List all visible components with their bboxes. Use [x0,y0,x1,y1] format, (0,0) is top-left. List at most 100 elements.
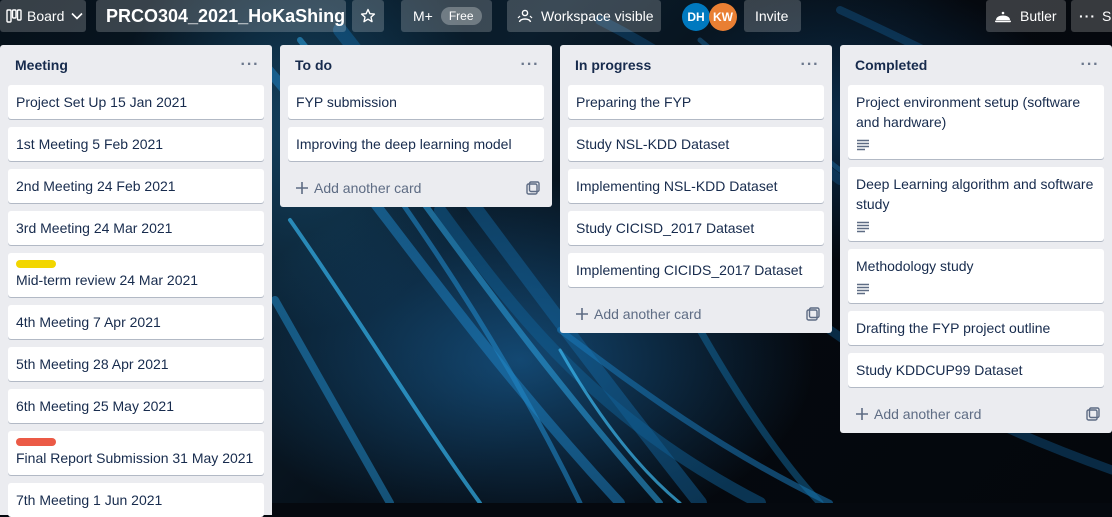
list-title[interactable]: Meeting [15,57,68,73]
butler-icon [995,11,1011,23]
card[interactable]: 7th Meeting 1 Jun 2021 [8,483,264,517]
card-title: Improving the deep learning model [296,136,512,152]
card-title: 4th Meeting 7 Apr 2021 [16,314,161,330]
powerups-button[interactable]: M+ Free [401,0,492,32]
list-menu-icon[interactable]: ··· [516,51,544,79]
card[interactable]: Implementing CICIDS_2017 Dataset [568,253,824,287]
list-header: Meeting ··· [8,45,264,85]
card-container: Project Set Up 15 Jan 2021 1st Meeting 5 … [8,85,264,517]
card-label[interactable] [16,438,56,446]
board-icon [6,9,22,23]
list-header: In progress ··· [568,45,824,85]
template-icon[interactable] [806,307,820,321]
description-icon [856,136,1096,152]
template-icon[interactable] [1086,407,1100,421]
list-menu-icon[interactable]: ··· [236,51,264,79]
card[interactable]: Methodology study [848,249,1104,303]
card-title: 2nd Meeting 24 Feb 2021 [16,178,176,194]
workspace-icon [517,9,533,23]
card[interactable]: Preparing the FYP [568,85,824,119]
board-header: Board PRCO304_2021_HoKaShing M+ Free Wor… [0,0,1112,34]
add-card-row: Add another card [568,295,824,333]
card[interactable]: FYP submission [288,85,544,119]
card[interactable]: Mid-term review 24 Mar 2021 [8,253,264,297]
card[interactable]: 3rd Meeting 24 Mar 2021 [8,211,264,245]
card-title: 5th Meeting 28 Apr 2021 [16,356,169,372]
add-card-label: Add another card [874,406,982,422]
card-title: FYP submission [296,94,397,110]
visibility-label: Workspace visible [541,8,654,24]
member-avatar-dh[interactable]: DH [682,3,710,31]
card-container: Preparing the FYP Study NSL-KDD Dataset Im… [568,85,824,287]
plus-icon [856,408,868,420]
butler-button[interactable]: Butler [986,0,1066,32]
card[interactable]: Study KDDCUP99 Dataset [848,353,1104,387]
list-to-do: To do ··· FYP submission Improving the de… [280,45,552,207]
ellipsis-icon: ··· [1079,8,1096,24]
add-card-button[interactable]: Add another card [296,180,421,196]
visibility-button[interactable]: Workspace visible [507,0,661,32]
card-title: Project environment setup (software and … [856,94,1081,130]
card-title: Drafting the FYP project outline [856,320,1051,336]
card-title: Implementing NSL-KDD Dataset [576,178,778,194]
list-menu-icon[interactable]: ··· [796,51,824,79]
card[interactable]: Final Report Submission 31 May 2021 [8,431,264,475]
card[interactable]: 2nd Meeting 24 Feb 2021 [8,169,264,203]
card[interactable]: Study NSL-KDD Dataset [568,127,824,161]
card-title: Study NSL-KDD Dataset [576,136,730,152]
card-container: Project environment setup (software and … [848,85,1104,387]
list-header: To do ··· [288,45,544,85]
chevron-down-icon [71,12,83,20]
card[interactable]: 5th Meeting 28 Apr 2021 [8,347,264,381]
powerups-label: M+ [413,8,433,24]
template-icon[interactable] [526,181,540,195]
list-title[interactable]: In progress [575,57,651,73]
list-meeting: Meeting ··· Project Set Up 15 Jan 2021 1s… [0,45,272,517]
card-label[interactable] [16,260,56,268]
list-completed: Completed ··· Project environment setup … [840,45,1112,433]
list-menu-icon[interactable]: ··· [1076,51,1104,79]
add-card-label: Add another card [314,180,422,196]
card-title: Preparing the FYP [576,94,692,110]
star-board-button[interactable] [352,0,384,32]
card[interactable]: Implementing NSL-KDD Dataset [568,169,824,203]
board-title[interactable]: PRCO304_2021_HoKaShing [96,0,346,32]
card[interactable]: Project environment setup (software and … [848,85,1104,159]
list-header: Completed ··· [848,45,1104,85]
card-title: Deep Learning algorithm and software stu… [856,176,1094,212]
card-title: Study CICISD_2017 Dataset [576,220,755,236]
free-badge: Free [440,7,482,25]
card[interactable]: 6th Meeting 25 May 2021 [8,389,264,423]
card-title: Mid-term review 24 Mar 2021 [16,272,199,288]
invite-button[interactable]: Invite [744,0,801,32]
member-avatar-kw[interactable]: KW [709,3,737,31]
show-menu-label: S [1102,8,1112,24]
add-card-label: Add another card [594,306,702,322]
card-title: Implementing CICIDS_2017 Dataset [576,262,803,278]
plus-icon [296,182,308,194]
card-title: Methodology study [856,258,974,274]
card[interactable]: 1st Meeting 5 Feb 2021 [8,127,264,161]
description-icon [856,280,1096,296]
add-card-row: Add another card [848,395,1104,433]
card[interactable]: Project Set Up 15 Jan 2021 [8,85,264,119]
card[interactable]: 4th Meeting 7 Apr 2021 [8,305,264,339]
card[interactable]: Drafting the FYP project outline [848,311,1104,345]
description-icon [856,218,1096,234]
board-switcher-button[interactable]: Board [0,0,86,32]
card[interactable]: Study CICISD_2017 Dataset [568,211,824,245]
list-in-progress: In progress ··· Preparing the FYP Study N… [560,45,832,333]
card-title: Final Report Submission 31 May 2021 [16,450,254,466]
list-title[interactable]: Completed [855,57,927,73]
list-title[interactable]: To do [295,57,332,73]
card-title: Study KDDCUP99 Dataset [856,362,1023,378]
card-title: Project Set Up 15 Jan 2021 [16,94,188,110]
add-card-row: Add another card [288,169,544,207]
butler-label: Butler [1020,8,1057,24]
board-switcher-label: Board [27,8,65,24]
card[interactable]: Improving the deep learning model [288,127,544,161]
card[interactable]: Deep Learning algorithm and software stu… [848,167,1104,241]
show-menu-button[interactable]: ··· S [1071,0,1112,32]
add-card-button[interactable]: Add another card [576,306,701,322]
add-card-button[interactable]: Add another card [856,406,981,422]
